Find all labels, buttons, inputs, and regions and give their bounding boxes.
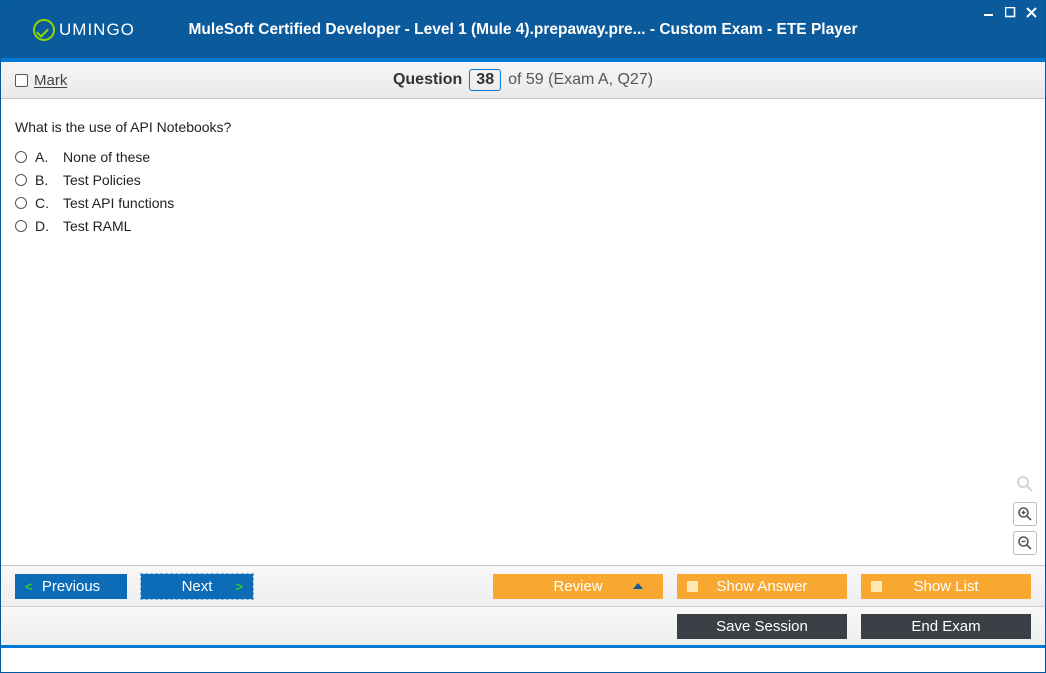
previous-button[interactable]: < Previous [15,574,127,599]
radio-icon [15,220,27,232]
show-answer-button[interactable]: Show Answer [677,574,847,599]
question-indicator: Question 38 of 59 (Exam A, Q27) [393,69,653,91]
radio-icon [15,151,27,163]
logo-text: UMINGO [59,20,135,40]
option-a[interactable]: A. None of these [15,149,1031,165]
radio-icon [15,197,27,209]
button-label: Save Session [716,618,808,635]
question-number-box: 38 [469,69,501,91]
chevron-right-icon: > [235,579,243,594]
button-label: Next [182,578,213,595]
end-exam-button[interactable]: End Exam [861,614,1031,639]
option-d[interactable]: D. Test RAML [15,218,1031,234]
review-button[interactable]: Review [493,574,663,599]
button-label: Review [553,578,602,595]
zoom-in-button[interactable] [1013,502,1037,526]
option-b[interactable]: B. Test Policies [15,172,1031,188]
zoom-tools [1013,473,1037,555]
option-text: Test Policies [63,172,141,188]
option-text: Test API functions [63,195,174,211]
question-content: What is the use of API Notebooks? A. Non… [1,99,1045,566]
options-list: A. None of these B. Test Policies C. Tes… [15,149,1031,234]
show-list-button[interactable]: Show List [861,574,1031,599]
checkmark-circle-icon [33,19,55,41]
window-controls [981,4,1039,20]
nav-button-row: < Previous Next > Review Show Answer Sho… [1,566,1045,607]
square-icon [871,581,882,592]
minimize-icon[interactable] [981,4,997,20]
option-letter: C. [35,195,55,211]
close-icon[interactable] [1023,4,1039,20]
option-c[interactable]: C. Test API functions [15,195,1031,211]
titlebar: UMINGO MuleSoft Certified Developer - Le… [1,1,1045,62]
maximize-icon[interactable] [1002,4,1018,20]
question-suffix: of 59 (Exam A, Q27) [508,71,653,89]
window-title: MuleSoft Certified Developer - Level 1 (… [189,21,858,39]
checkbox-icon [15,74,28,87]
chevron-left-icon: < [25,579,33,594]
search-icon[interactable] [1014,473,1036,495]
button-label: Show List [913,578,978,595]
square-icon [687,581,698,592]
mark-label: Mark [34,72,67,89]
button-label: Show Answer [717,578,808,595]
session-button-row: Save Session End Exam [1,607,1045,648]
option-letter: B. [35,172,55,188]
question-text: What is the use of API Notebooks? [15,119,1031,135]
option-letter: A. [35,149,55,165]
option-letter: D. [35,218,55,234]
next-button[interactable]: Next > [141,574,253,599]
zoom-out-button[interactable] [1013,531,1037,555]
question-header-bar: Mark Question 38 of 59 (Exam A, Q27) [1,62,1045,99]
app-logo: UMINGO [33,19,135,41]
radio-icon [15,174,27,186]
button-label: Previous [42,578,100,595]
option-text: None of these [63,149,150,165]
save-session-button[interactable]: Save Session [677,614,847,639]
option-text: Test RAML [63,218,131,234]
button-label: End Exam [911,618,980,635]
question-word: Question [393,71,462,89]
mark-checkbox[interactable]: Mark [15,72,67,89]
triangle-up-icon [633,583,643,589]
